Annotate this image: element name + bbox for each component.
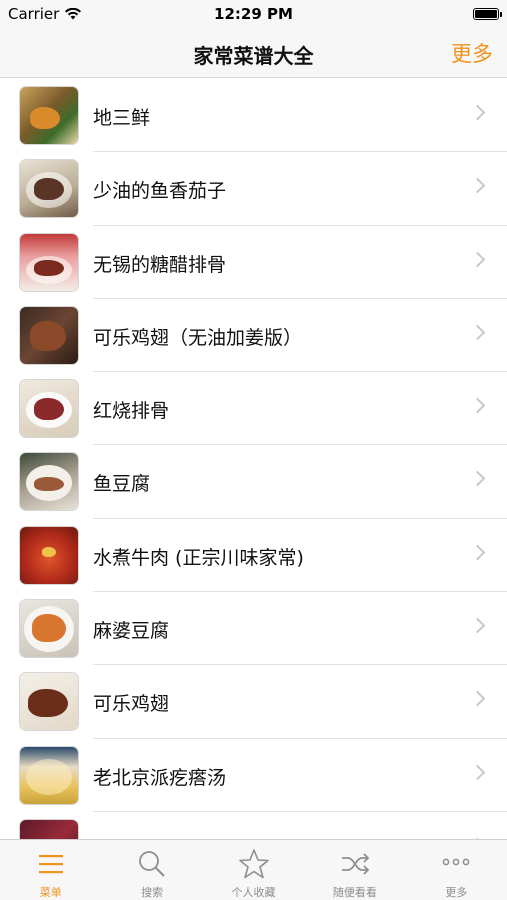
recipe-thumbnail [19, 452, 79, 512]
recipe-name: 红烧排骨 [93, 400, 170, 423]
recipe-row[interactable]: 鱼豆腐 [0, 445, 507, 520]
battery-icon [473, 8, 502, 20]
recipe-thumbnail [19, 232, 79, 292]
chevron-right-icon [469, 617, 486, 634]
recipe-name: 老北京派疙瘩汤 [93, 766, 227, 789]
recipe-list[interactable]: 地三鲜 少油的鱼香茄子 无锡的糖醋排骨 可乐鸡翅（无油加姜版） 红烧排骨 鱼豆腐… [0, 79, 507, 839]
tab-random[interactable]: 随便看看 [304, 840, 405, 900]
chevron-right-icon [469, 104, 486, 121]
recipe-thumbnail [19, 599, 79, 659]
chevron-right-icon [469, 397, 486, 414]
recipe-row[interactable] [0, 812, 507, 839]
recipe-row[interactable]: 少油的鱼香茄子 [0, 152, 507, 226]
chevron-right-icon [469, 544, 486, 561]
status-bar: Carrier 12:29 PM [0, 0, 507, 30]
recipe-row[interactable]: 水煮牛肉 (正宗川味家常) [0, 519, 507, 593]
tab-label: 菜单 [39, 886, 62, 899]
recipe-name: 少油的鱼香茄子 [93, 180, 227, 203]
recipe-thumbnail [19, 86, 79, 145]
recipe-name: 地三鲜 [93, 107, 151, 129]
chevron-right-icon [469, 251, 486, 267]
recipe-name: 鱼豆腐 [93, 473, 151, 496]
chevron-right-icon [469, 764, 486, 780]
recipe-thumbnail [19, 379, 79, 439]
recipe-row[interactable]: 无锡的糖醋排骨 [0, 226, 507, 300]
recipe-thumbnail [19, 672, 79, 732]
recipe-row[interactable]: 可乐鸡翅 [0, 665, 507, 739]
recipe-name: 可乐鸡翅（无油加姜版） [93, 326, 303, 349]
recipe-thumbnail [19, 305, 79, 365]
recipe-row[interactable]: 老北京派疙瘩汤 [0, 739, 507, 813]
chevron-right-icon [469, 471, 486, 487]
tab-menu[interactable]: 菜单 [0, 840, 101, 900]
page-title: 家常菜谱大全 [193, 44, 314, 68]
recipe-name: 可乐鸡翅 [93, 693, 170, 716]
recipe-thumbnail [19, 745, 79, 805]
recipe-name: 无锡的糖醋排骨 [93, 253, 227, 276]
chevron-right-icon [469, 691, 486, 707]
recipe-thumbnail [19, 525, 79, 585]
status-time: 12:29 PM [214, 5, 293, 23]
tab-label: 个人收藏 [231, 886, 276, 899]
tab-label: 更多 [445, 886, 468, 899]
tab-label: 随便看看 [332, 886, 377, 899]
tab-favorites[interactable]: 个人收藏 [203, 840, 304, 900]
tab-more[interactable]: 更多 [406, 840, 507, 900]
star-icon [238, 849, 269, 879]
recipe-row[interactable]: 地三鲜 [0, 79, 507, 153]
recipe-thumbnail [19, 159, 79, 219]
more-button[interactable]: 更多 [451, 38, 493, 68]
shuffle-icon [341, 853, 370, 875]
app-screen: Carrier 12:29 PM 家常菜谱大全 更多 地三鲜 少油的鱼香茄子 无… [0, 0, 507, 900]
recipe-name: 麻婆豆腐 [93, 620, 170, 643]
search-icon [139, 851, 165, 877]
tab-bar: 菜单 搜索 个人收藏 随便看看 更多 [0, 839, 507, 900]
recipe-row[interactable]: 红烧排骨 [0, 372, 507, 446]
recipe-thumbnail [19, 818, 79, 839]
tab-label: 搜索 [141, 886, 164, 899]
menu-icon [38, 855, 63, 874]
recipe-row[interactable]: 可乐鸡翅（无油加姜版） [0, 299, 507, 373]
recipe-row[interactable]: 麻婆豆腐 [0, 592, 507, 666]
recipe-name: 水煮牛肉 (正宗川味家常) [93, 546, 304, 569]
chevron-right-icon [469, 324, 486, 341]
chevron-right-icon [469, 178, 486, 194]
tab-search[interactable]: 搜索 [101, 840, 202, 900]
navigation-bar: 家常菜谱大全 更多 [0, 30, 507, 78]
more-dots-icon [442, 858, 470, 866]
